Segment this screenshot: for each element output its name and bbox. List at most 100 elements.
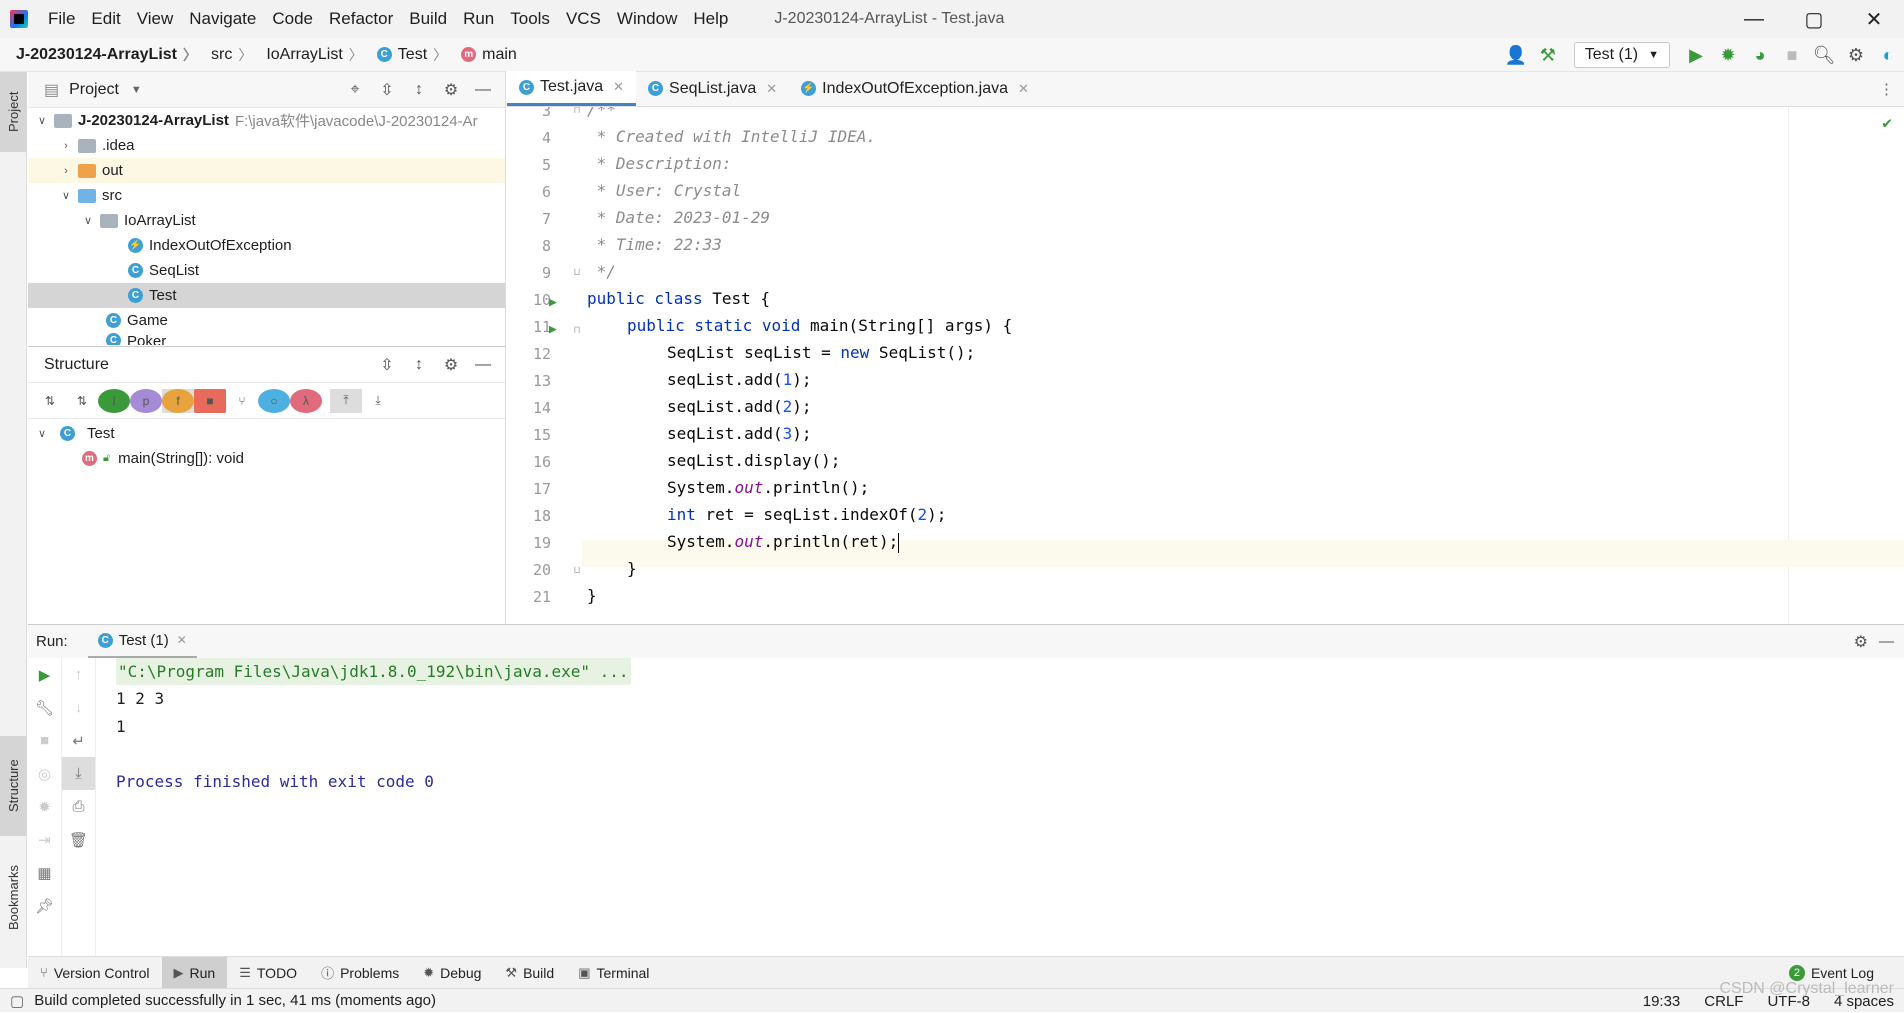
breadcrumb-project[interactable]: J-20230124-ArrayList 〉 [0,45,197,65]
menu-run[interactable]: Run [455,0,502,38]
show-non-public-icon[interactable]: ■ [194,388,226,413]
gear-icon[interactable]: ⚙ [435,80,467,100]
fold-marker-icon[interactable]: ⊔ [574,267,580,278]
run-class-gutter-icon[interactable]: ▶ [549,295,557,310]
sort-by-type-icon[interactable]: ⇅ [34,389,66,413]
menu-vcs[interactable]: VCS [558,0,609,38]
show-fields-icon[interactable]: f [162,388,194,413]
tool-build[interactable]: ⚒ Build [493,957,566,989]
menu-file[interactable]: File [40,0,83,38]
debug-icon[interactable]: ✹ [1712,38,1744,72]
show-inherited-icon[interactable]: I [98,388,130,413]
more-tabs-icon[interactable]: ⋮ [1879,80,1894,98]
menu-code[interactable]: Code [264,0,321,38]
menu-tools[interactable]: Tools [502,0,558,38]
menu-refactor[interactable]: Refactor [321,0,401,38]
login-icon[interactable]: ⇥ [28,823,61,856]
project-panel-title[interactable]: Project [69,81,119,99]
menu-help[interactable]: Help [685,0,736,38]
structure-item-test[interactable]: ∨ C Test [28,421,505,446]
show-lambda-icon[interactable]: λ [290,388,322,413]
tree-item-out[interactable]: › out [28,158,505,183]
autoscroll-to-source-icon[interactable]: ⤒ [330,388,362,413]
no-problems-check-icon[interactable]: ✔ [1882,113,1892,132]
show-lambdas-icon[interactable]: ○ [258,388,290,413]
edit-config-wrench-icon[interactable]: 🔧︎ [28,691,61,724]
run-icon[interactable]: ▶ [1680,38,1712,72]
chevron-right-icon[interactable]: › [58,165,74,177]
minimize-icon[interactable]: — [1724,0,1784,38]
tool-todo[interactable]: ☰ TODO [227,957,309,989]
run-tab-test-1[interactable]: C Test (1) ✕ [87,625,197,659]
collapse-all-icon[interactable]: ↕ [403,81,435,99]
menu-build[interactable]: Build [401,0,455,38]
layout-icon[interactable]: ▦ [28,856,61,889]
close-icon[interactable]: ✕ [1844,0,1904,38]
collapse-all-icon[interactable]: ↕ [403,356,435,374]
hide-panel-icon[interactable]: — [1879,633,1894,650]
tree-item-seqlist[interactable]: C SeqList [28,258,505,283]
arrow-up-icon[interactable]: ↑ [62,658,95,691]
close-tab-icon[interactable]: ✕ [613,79,624,95]
close-tab-icon[interactable]: ✕ [1018,81,1029,97]
tool-problems[interactable]: ⓘ Problems [309,957,411,989]
chevron-down-icon[interactable]: ∨ [34,114,50,127]
chevron-right-icon[interactable]: › [58,140,74,152]
print-icon[interactable]: ⎙ [62,790,95,823]
stop-icon[interactable]: ■ [1776,38,1808,72]
fold-marker-icon[interactable]: ⊓ [574,107,580,116]
tree-item-src[interactable]: ∨ src [28,183,505,208]
scroll-to-end-icon[interactable]: ⤓ [62,757,95,790]
show-properties-icon[interactable]: p [130,388,162,413]
caret-position[interactable]: 19:33 [1643,993,1681,1010]
tool-terminal[interactable]: ▣ Terminal [566,957,661,989]
autoscroll-from-source-icon[interactable]: ⤓ [362,389,394,413]
arrow-down-icon[interactable]: ↓ [62,691,95,724]
tree-item-test[interactable]: C Test [28,283,505,308]
code-editor[interactable]: ✔ 3 4 5 6 7 8 9 10 11 12 13 14 15 16 17 … [507,107,1904,624]
plugin-icon[interactable]: ◐ [1872,38,1904,72]
tree-item-indexoutofexception[interactable]: ⚡ IndexOutOfException [28,233,505,258]
tree-item-poker[interactable]: C Poker [28,333,505,345]
close-tab-icon[interactable]: ✕ [177,633,187,647]
stripe-tab-project[interactable]: Project [0,72,27,152]
fold-marker-icon[interactable]: ⊓ [574,325,580,336]
breadcrumb-src[interactable]: src 〉 [197,45,252,65]
hide-panel-icon[interactable]: — [467,356,499,374]
tree-item-idea[interactable]: › .idea [28,133,505,158]
tab-test-java[interactable]: C Test.java ✕ [507,71,637,106]
pin-icon[interactable]: 📌︎ [28,889,61,922]
sort-alphabetically-icon[interactable]: ⇅ [66,389,98,413]
gear-icon[interactable]: ⚙ [1854,632,1868,652]
breadcrumb-class[interactable]: C Test 〉 [363,45,447,65]
stripe-tab-structure[interactable]: Structure [0,736,27,836]
tool-version-control[interactable]: ⑂ Version Control [28,957,162,989]
debug-bug-icon[interactable]: ✹ [28,790,61,823]
tree-item-package[interactable]: ∨ IoArrayList [28,208,505,233]
settings-gear-icon[interactable]: ⚙ [1840,38,1872,72]
breadcrumb-package[interactable]: IoArrayList 〉 [252,45,362,65]
build-hammer-icon[interactable]: ⚒ [1532,38,1564,72]
run-configuration-select[interactable]: Test (1) ▼ [1573,42,1670,68]
menu-navigate[interactable]: Navigate [181,0,264,38]
camera-icon[interactable]: ◎ [28,757,61,790]
show-anonymous-icon[interactable]: ⑂ [226,389,258,413]
chevron-down-icon[interactable]: ∨ [58,189,74,202]
maximize-icon[interactable]: ▢ [1784,0,1844,38]
chevron-down-icon[interactable]: ∨ [34,427,50,440]
stop-icon[interactable]: ■ [28,724,61,757]
fold-marker-icon[interactable]: ⊔ [574,565,580,576]
chevron-down-icon[interactable]: ▼ [131,84,142,96]
tree-item-game[interactable]: C Game [28,308,505,333]
tree-item-project-root[interactable]: ∨ J-20230124-ArrayList F:\java软件\javacod… [28,108,505,133]
status-message[interactable]: Build completed successfully in 1 sec, 4… [34,992,436,1009]
status-toggle-icon[interactable]: ▢ [10,992,24,1010]
expand-all-icon[interactable]: ⇳ [371,355,403,375]
structure-item-main[interactable]: m 🔓︎ main(String[]): void [28,446,505,471]
locate-target-icon[interactable]: ⌖ [339,81,371,99]
tool-debug[interactable]: ✹ Debug [411,957,493,989]
user-icon[interactable]: 👤 [1500,38,1532,72]
expand-all-icon[interactable]: ⇳ [371,80,403,100]
tab-seqlist-java[interactable]: C SeqList.java ✕ [636,71,789,106]
breadcrumb-method[interactable]: m main [447,46,517,64]
